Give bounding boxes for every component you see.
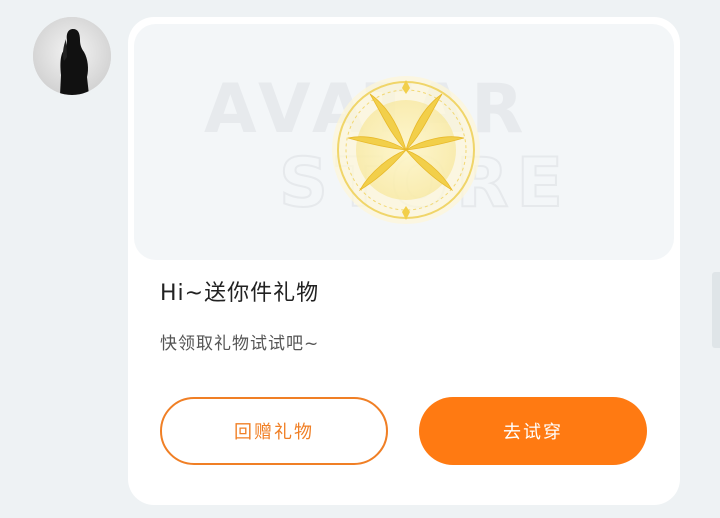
silhouette-image xyxy=(33,17,111,95)
gift-emblem-icon xyxy=(332,76,480,224)
sender-avatar[interactable] xyxy=(33,17,111,95)
gift-title: Hi~送你件礼物 xyxy=(160,281,320,306)
gift-banner: AVATAR STORE xyxy=(134,24,674,260)
gift-card: AVATAR STORE xyxy=(128,17,680,505)
try-on-button[interactable]: 去试穿 xyxy=(419,397,647,465)
side-edge-handle xyxy=(712,272,720,348)
gift-subtitle: 快领取礼物试试吧~ xyxy=(160,334,320,354)
return-gift-button[interactable]: 回赠礼物 xyxy=(160,397,388,465)
